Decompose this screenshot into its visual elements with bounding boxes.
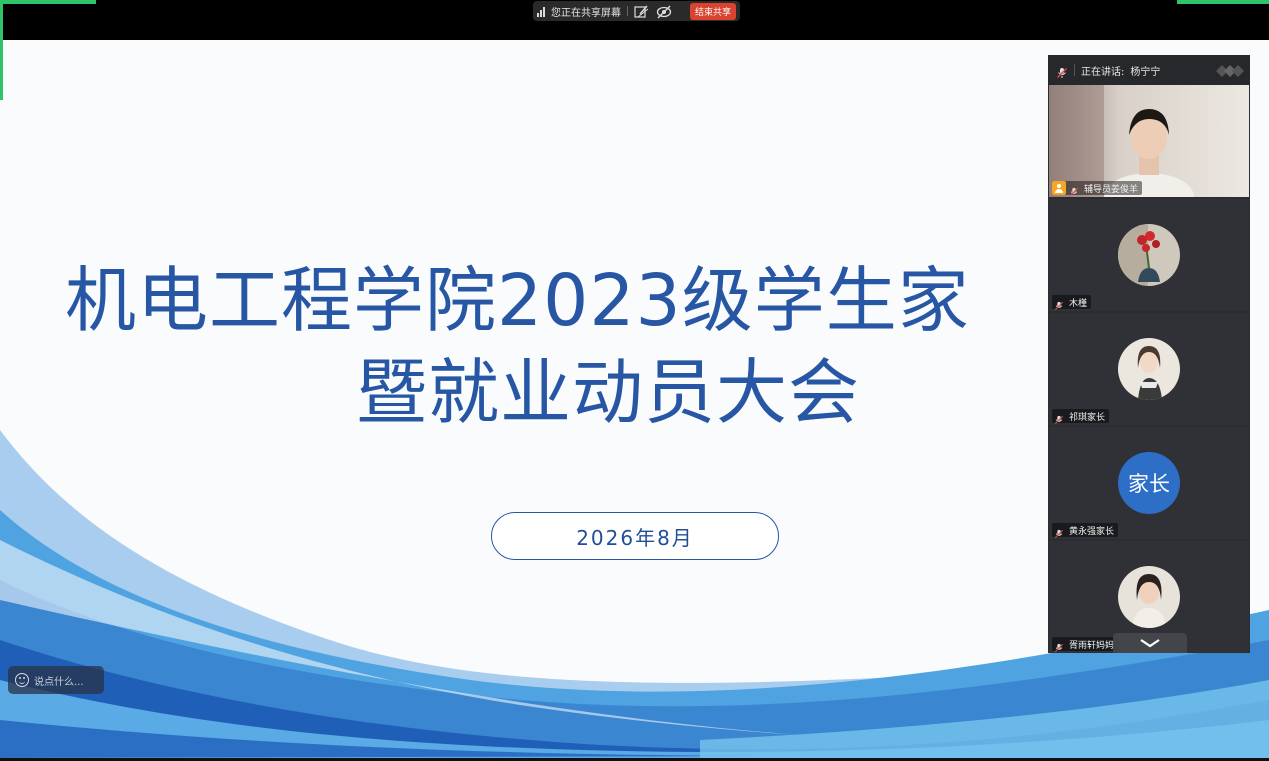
- participant-tile[interactable]: 胥雨轩妈妈: [1049, 541, 1249, 653]
- divider: [1074, 64, 1075, 76]
- share-border-accent: [0, 0, 3, 100]
- participant-label: 黄永强家长: [1052, 523, 1119, 539]
- participant-label: 祁琪家长: [1052, 409, 1110, 425]
- avatar: [1118, 566, 1180, 628]
- share-border-accent: [0, 0, 96, 4]
- chat-placeholder: 说点什么...: [34, 676, 84, 688]
- mic-muted-icon: [1054, 410, 1066, 425]
- chat-input[interactable]: 说点什么...: [8, 666, 104, 694]
- annotate-icon[interactable]: [634, 4, 650, 18]
- slide-title-line-2: 暨就业动员大会: [356, 351, 861, 434]
- participant-label: 辅导员姜俊羊: [1052, 181, 1143, 197]
- emoji-icon[interactable]: [15, 673, 29, 687]
- speaking-label: 正在讲话:: [1081, 66, 1125, 78]
- participant-tile[interactable]: 木槿: [1049, 199, 1249, 311]
- avatar: [1118, 338, 1180, 400]
- participant-video-panel: 正在讲话: 杨宁宁 辅导员姜俊羊 木槿 祁琪家长 家长 黄永强家长 胥雨轩妈妈: [1048, 55, 1250, 653]
- participant-tile[interactable]: 辅导员姜俊羊: [1049, 85, 1249, 221]
- slide-title-line-1: 机电工程学院2023级学生家: [65, 259, 970, 342]
- participant-tile[interactable]: 祁琪家长: [1049, 313, 1249, 425]
- share-border-accent: [1177, 0, 1269, 4]
- share-status-pill: 您正在共享屏幕 结束共享: [533, 1, 740, 21]
- share-status-text: 您正在共享屏幕: [551, 7, 621, 19]
- participant-name: 木槿: [1069, 298, 1088, 309]
- avatar: 家长: [1118, 452, 1180, 514]
- chevron-down-icon: [1140, 639, 1160, 648]
- participant-name: 黄永强家长: [1069, 526, 1115, 537]
- mic-muted-icon: [1069, 182, 1081, 197]
- scroll-down-button[interactable]: [1113, 633, 1187, 653]
- end-share-button[interactable]: 结束共享: [689, 2, 736, 20]
- participant-name: 辅导员姜俊羊: [1084, 184, 1139, 195]
- participant-name: 祁琪家长: [1069, 412, 1106, 423]
- participant-label: 胥雨轩妈妈: [1052, 637, 1119, 653]
- mic-muted-icon: [1054, 296, 1066, 311]
- participant-tile[interactable]: 家长 黄永强家长: [1049, 427, 1249, 539]
- layout-toggle-icon[interactable]: [1214, 63, 1244, 77]
- signal-icon: [537, 6, 545, 17]
- slide-date: 2026年8月: [491, 512, 779, 560]
- active-speaker-header: 正在讲话: 杨宁宁: [1048, 55, 1250, 85]
- host-badge-icon: [1052, 181, 1066, 195]
- hide-icon[interactable]: [656, 4, 672, 19]
- avatar-initials: 家长: [1118, 452, 1180, 514]
- mic-muted-icon: [1054, 638, 1066, 653]
- share-toolbar-strip: 您正在共享屏幕 结束共享: [0, 0, 1269, 40]
- avatar: [1118, 224, 1180, 286]
- divider: [627, 6, 628, 16]
- participant-name: 胥雨轩妈妈: [1069, 640, 1115, 651]
- speaking-name: 杨宁宁: [1130, 66, 1161, 78]
- participant-label: 木槿: [1052, 295, 1092, 311]
- mic-muted-icon: [1056, 64, 1068, 78]
- mic-muted-icon: [1054, 524, 1066, 539]
